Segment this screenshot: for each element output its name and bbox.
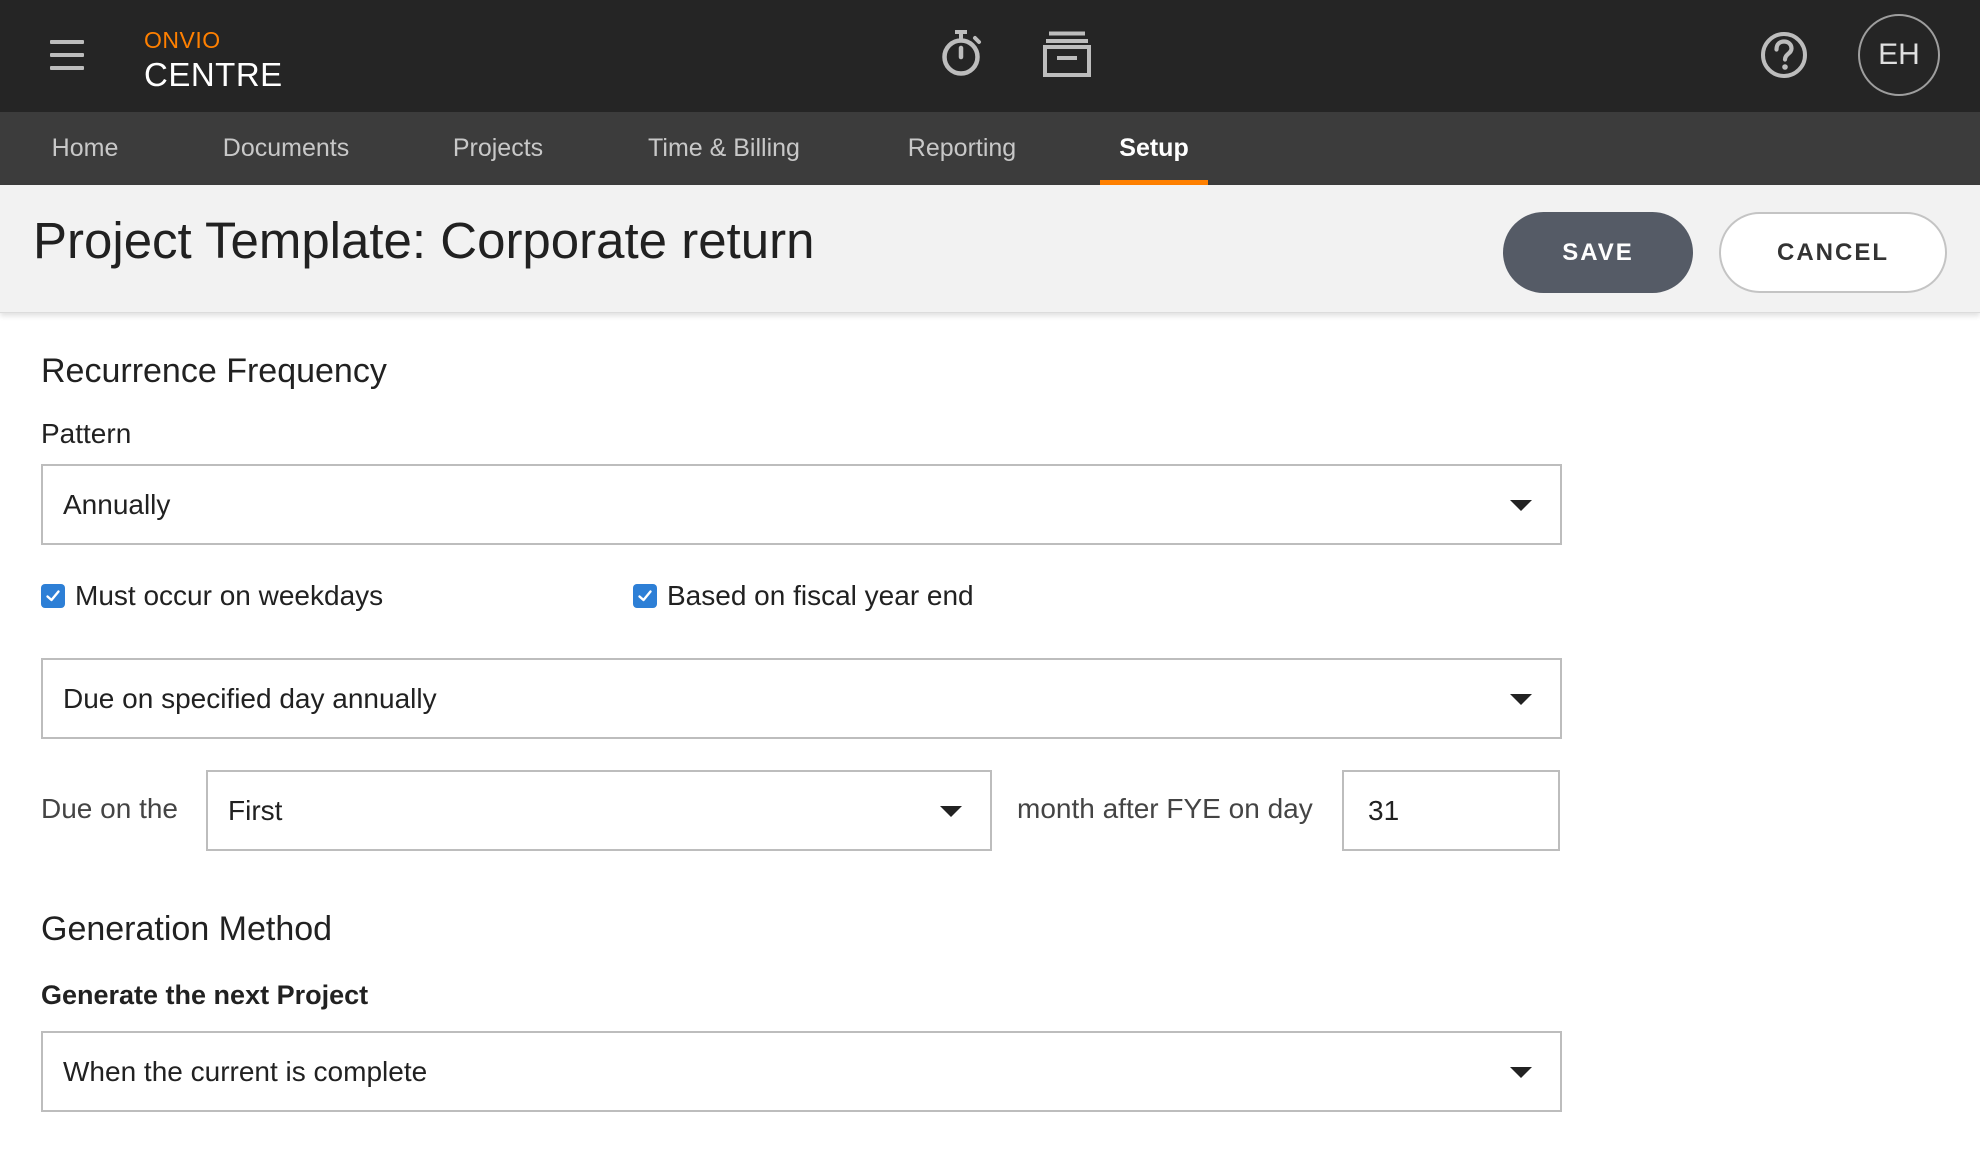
chevron-down-icon (940, 806, 962, 817)
page-title: Project Template: Corporate return (33, 212, 815, 269)
tab-projects[interactable]: Projects (452, 112, 544, 185)
user-avatar[interactable]: EH (1858, 14, 1940, 96)
chevron-down-icon (1510, 1067, 1532, 1078)
pattern-select[interactable]: Annually (41, 464, 1562, 545)
weekdays-checkbox[interactable] (41, 584, 65, 608)
main-nav: Home Documents Projects Time & Billing R… (0, 112, 1980, 185)
fiscal-option: Based on fiscal year end (633, 580, 974, 612)
archive-tray-icon[interactable] (1042, 30, 1092, 78)
chevron-down-icon (1510, 694, 1532, 705)
brand-onvio: ONVIO (144, 27, 221, 53)
save-button[interactable]: SAVE (1503, 212, 1693, 293)
page-header: Project Template: Corporate return SAVE … (0, 185, 1980, 313)
tab-reporting[interactable]: Reporting (905, 112, 1019, 185)
hamburger-menu-icon[interactable] (50, 40, 84, 70)
top-bar: ONVIO CENTRE EH (0, 0, 1980, 112)
due-on-select-value: First (228, 794, 283, 826)
chevron-down-icon (1510, 500, 1532, 511)
cancel-button[interactable]: CANCEL (1719, 212, 1947, 293)
brand-centre: CENTRE (144, 56, 283, 93)
month-after-label: month after FYE on day (1017, 793, 1313, 824)
tab-documents[interactable]: Documents (221, 112, 351, 185)
generate-next-label: Generate the next Project (41, 980, 369, 1010)
fiscal-year-checkbox[interactable] (633, 584, 657, 608)
pattern-label: Pattern (41, 418, 132, 449)
due-on-label: Due on the (41, 793, 178, 824)
weekdays-option: Must occur on weekdays (41, 580, 383, 612)
generation-section-title: Generation Method (41, 910, 333, 948)
recurrence-section-title: Recurrence Frequency (41, 352, 387, 390)
due-type-select-value: Due on specified day annually (63, 682, 437, 714)
day-input[interactable] (1342, 770, 1560, 851)
due-type-select[interactable]: Due on specified day annually (41, 658, 1562, 739)
pattern-select-value: Annually (63, 488, 171, 520)
checkmark-icon (46, 590, 60, 602)
generation-select-value: When the current is complete (63, 1055, 428, 1087)
generation-select[interactable]: When the current is complete (41, 1031, 1562, 1112)
help-circle-icon[interactable] (1759, 30, 1809, 80)
fiscal-year-label: Based on fiscal year end (667, 580, 974, 611)
tab-setup[interactable]: Setup (1100, 112, 1208, 185)
due-on-select[interactable]: First (206, 770, 992, 851)
weekdays-label: Must occur on weekdays (75, 580, 384, 611)
checkmark-icon (638, 590, 652, 602)
stopwatch-icon[interactable] (938, 28, 984, 78)
tab-home[interactable]: Home (51, 112, 119, 185)
tab-time-billing[interactable]: Time & Billing (645, 112, 803, 185)
